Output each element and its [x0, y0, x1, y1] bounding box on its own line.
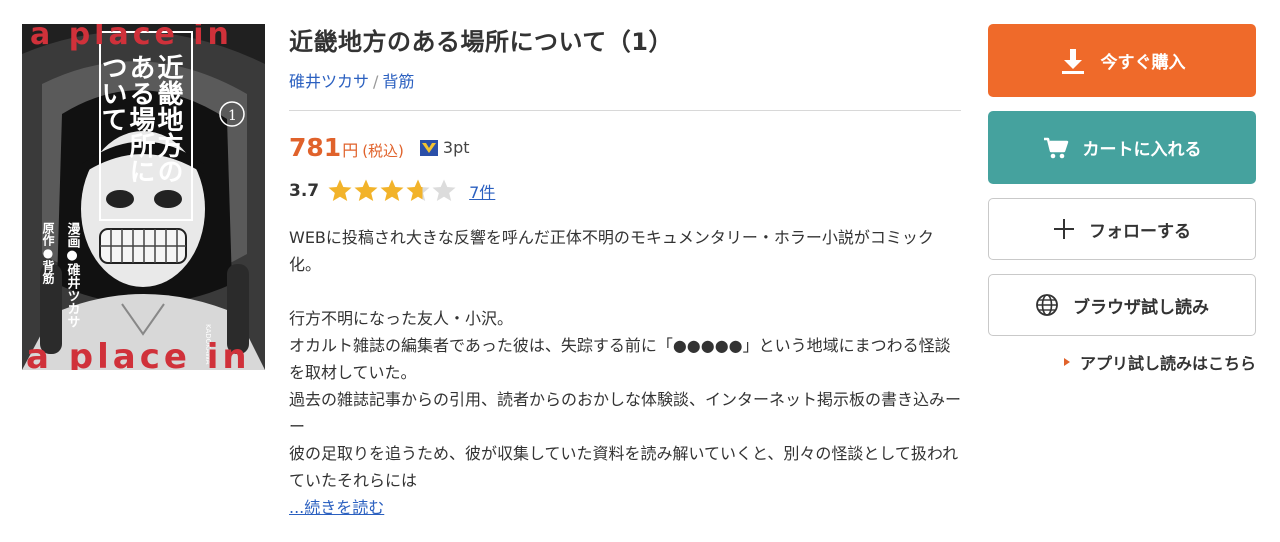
- points-value: 3pt: [442, 138, 470, 157]
- add-to-cart-button[interactable]: カートに入れる: [988, 111, 1256, 184]
- divider: [289, 110, 961, 111]
- author-link-1[interactable]: 碓井ツカサ: [289, 72, 369, 91]
- product-page: 近畿地方の ある場所に ついて 1 漫画●碓井ツカサ 原作●背筋 KADOKAW…: [0, 0, 1280, 542]
- tax-label: (税込): [362, 142, 404, 160]
- cover-credit-1: 漫画●碓井ツカサ: [65, 221, 81, 328]
- cover-image[interactable]: 近畿地方の ある場所に ついて 1 漫画●碓井ツカサ 原作●背筋 KADOKAW…: [22, 24, 265, 370]
- star-icon: [406, 179, 430, 201]
- cover-art: 近畿地方の ある場所に ついて 1 漫画●碓井ツカサ 原作●背筋 KADOKAW…: [22, 24, 265, 370]
- star-icon: [432, 179, 456, 201]
- price-unit: 円: [342, 141, 359, 160]
- app-trial-label: アプリ試し読みはこちら: [1079, 354, 1256, 373]
- description: WEBに投稿され大きな反響を呼んだ正体不明のモキュメンタリー・ホラー小説がコミッ…: [289, 224, 961, 521]
- product-title: 近畿地方のある場所について（1）: [289, 28, 673, 56]
- description-paragraph: オカルト雑誌の編集者であった彼は、失踪する前に「●●●●●」という地域にまつわる…: [289, 336, 951, 382]
- action-panel: 今すぐ購入 カートに入れる フォローする ブラウザ試し読み アプリ試し読みはこち…: [988, 24, 1256, 374]
- cover-title-col-1: 近畿地方の: [153, 54, 183, 184]
- cover-top-text: a place in: [30, 24, 233, 52]
- app-trial-link[interactable]: アプリ試し読みはこちら: [988, 350, 1256, 374]
- cover-volume: 1: [228, 108, 237, 124]
- cover-title-col-3: ついて: [97, 54, 127, 132]
- browser-trial-button[interactable]: ブラウザ試し読み: [988, 274, 1256, 336]
- add-to-cart-label: カートに入れる: [1082, 140, 1202, 160]
- review-count-link[interactable]: 7件: [469, 179, 495, 203]
- author-list: 碓井ツカサ / 背筋: [289, 70, 961, 94]
- point-badge-icon: [419, 139, 438, 156]
- cover-title-col-2: ある場所に: [125, 54, 155, 184]
- description-paragraph: 過去の雑誌記事からの引用、読者からのおかしな体験談、インターネット掲示板の書き込…: [289, 390, 962, 436]
- buy-now-button[interactable]: 今すぐ購入: [988, 24, 1256, 97]
- follow-button[interactable]: フォローする: [988, 198, 1256, 260]
- cover-bottom-text: a place in: [26, 337, 251, 370]
- read-more-link[interactable]: ...続きを読む: [289, 496, 384, 520]
- star-icon: [328, 179, 352, 201]
- product-info: 近畿地方のある場所について（1） 碓井ツカサ / 背筋 781 円 (税込) 3pt…: [289, 24, 961, 521]
- author-separator: /: [373, 72, 379, 91]
- rating-stars: [327, 178, 457, 204]
- price-row: 781 円 (税込) 3pt: [289, 133, 961, 162]
- price-value: 781: [289, 133, 342, 162]
- plus-icon: [1054, 219, 1074, 239]
- triangle-right-icon: [1063, 358, 1070, 366]
- description-paragraph: 行方不明になった友人・小沢。: [289, 309, 514, 328]
- browser-trial-label: ブラウザ試し読み: [1073, 297, 1209, 318]
- cart-icon: [1043, 137, 1068, 158]
- cover-credit-2: 原作●背筋: [41, 222, 55, 285]
- globe-icon: [1036, 294, 1058, 316]
- author-link-2[interactable]: 背筋: [382, 72, 414, 91]
- description-paragraph: 彼の足取りを追うため、彼が収集していた資料を読み解いていくと、別々の怪談として扱…: [289, 444, 959, 490]
- description-paragraph: WEBに投稿され大きな反響を呼んだ正体不明のモキュメンタリー・ホラー小説がコミッ…: [289, 228, 934, 274]
- rating-row: 3.7 7件: [289, 178, 961, 204]
- buy-now-label: 今すぐ購入: [1100, 53, 1186, 73]
- points: 3pt: [419, 138, 470, 157]
- rating-score: 3.7: [289, 181, 320, 201]
- star-icon: [354, 179, 378, 201]
- download-icon: [1061, 48, 1084, 74]
- follow-label: フォローする: [1089, 221, 1191, 242]
- star-icon: [380, 179, 404, 201]
